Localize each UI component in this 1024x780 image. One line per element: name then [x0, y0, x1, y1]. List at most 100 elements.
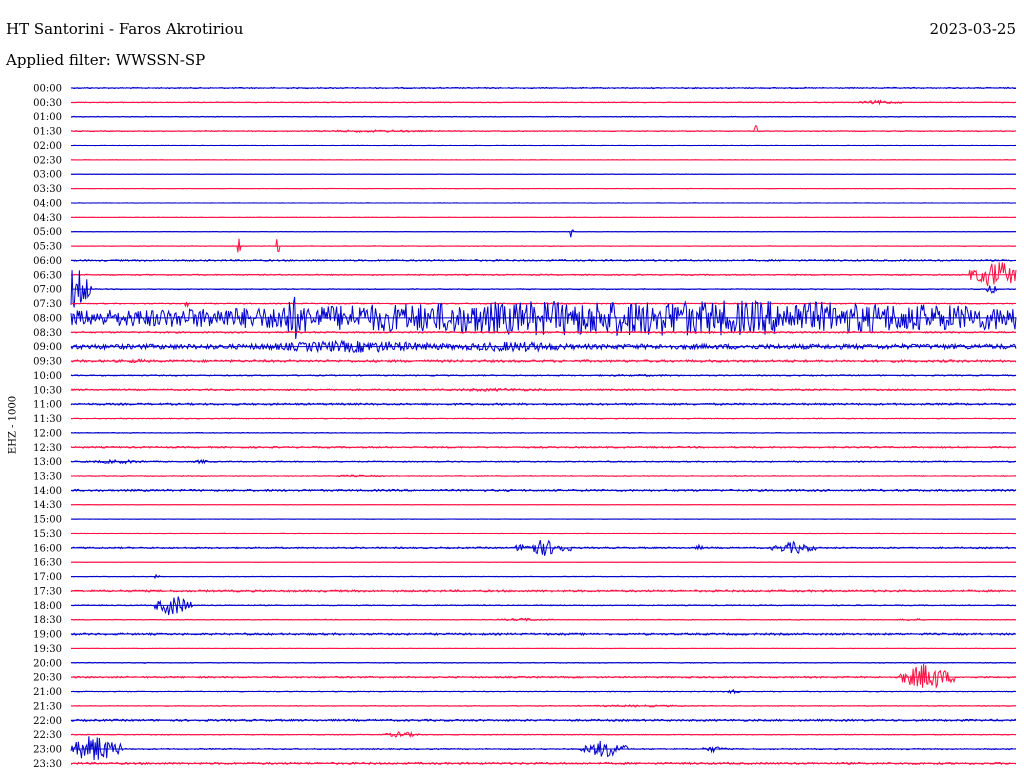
trace-row-1800: 18:00	[33, 596, 1017, 616]
trace-row-0100: 01:00	[33, 112, 1017, 123]
seismic-trace	[70, 663, 1017, 689]
time-tick-label: 13:00	[33, 457, 62, 468]
time-tick-label: 07:30	[33, 299, 62, 310]
time-tick-label: 06:00	[33, 256, 62, 267]
trace-row-2030: 20:30	[33, 663, 1017, 689]
seismic-trace	[70, 736, 1017, 761]
time-tick-label: 20:30	[33, 673, 62, 684]
trace-row-1030: 10:30	[33, 385, 1017, 396]
time-tick-label: 15:30	[33, 529, 62, 540]
trace-row-1300: 13:00	[33, 457, 1017, 468]
seismogram-plot: 00:00 00:30 01:00 01:30 02:00 02:30 03:00 03:30…	[33, 84, 1017, 770]
trace-row-1430: 14:30	[33, 500, 1017, 511]
time-tick-label: 14:00	[33, 486, 62, 497]
trace-row-1930: 19:30	[33, 644, 1017, 655]
time-tick-label: 11:30	[33, 414, 62, 425]
trace-row-0430: 04:30	[33, 213, 1017, 224]
time-tick-label: 13:30	[33, 471, 62, 482]
trace-row-0230: 02:30	[33, 155, 1017, 166]
time-tick-label: 23:00	[33, 745, 62, 756]
time-tick-label: 09:00	[33, 342, 62, 353]
trace-row-0300: 03:00	[33, 170, 1017, 181]
time-tick-label: 14:30	[33, 500, 62, 511]
time-tick-label: 03:00	[33, 170, 62, 181]
time-tick-label: 00:00	[33, 84, 62, 95]
trace-row-1530: 15:30	[33, 529, 1017, 540]
trace-row-0900: 09:00	[33, 339, 1017, 354]
trace-row-0530: 05:30	[33, 238, 1017, 253]
trace-row-0030: 00:30	[33, 98, 1017, 109]
time-tick-label: 06:30	[33, 270, 62, 281]
time-tick-label: 19:00	[33, 630, 62, 641]
time-tick-label: 22:30	[33, 730, 62, 741]
time-tick-label: 02:00	[33, 141, 62, 152]
trace-row-1400: 14:00	[33, 486, 1017, 497]
seismic-trace	[70, 238, 1017, 253]
trace-row-1630: 16:30	[33, 558, 1017, 569]
trace-row-1000: 10:00	[33, 371, 1017, 382]
time-tick-label: 23:30	[33, 759, 62, 770]
trace-row-0930: 09:30	[33, 357, 1017, 368]
trace-row-0130: 01:30	[33, 124, 1017, 138]
time-tick-label: 11:00	[33, 400, 62, 411]
trace-row-1900: 19:00	[33, 630, 1017, 641]
time-tick-label: 10:30	[33, 385, 62, 396]
trace-row-2330: 23:30	[33, 759, 1017, 770]
time-tick-label: 12:30	[33, 443, 62, 454]
trace-row-0630: 06:30	[33, 262, 1017, 287]
time-tick-label: 05:00	[33, 227, 62, 238]
trace-row-0200: 02:00	[33, 141, 1017, 152]
trace-row-1730: 17:30	[33, 586, 1017, 597]
trace-row-1100: 11:00	[33, 400, 1017, 411]
time-tick-label: 19:30	[33, 644, 62, 655]
time-tick-label: 20:00	[33, 658, 62, 669]
trace-row-1130: 11:30	[33, 414, 1017, 425]
trace-row-0830: 08:30	[33, 328, 1017, 339]
seismic-trace	[70, 229, 1017, 238]
time-tick-label: 04:00	[33, 198, 62, 209]
seismic-trace	[70, 262, 1017, 287]
time-tick-label: 08:30	[33, 328, 62, 339]
trace-row-1830: 18:30	[33, 615, 1017, 626]
time-tick-label: 17:30	[33, 586, 62, 597]
trace-row-0330: 03:30	[33, 184, 1017, 195]
trace-row-0400: 04:00	[33, 198, 1017, 209]
trace-row-0600: 06:00	[33, 256, 1017, 267]
trace-row-1330: 13:30	[33, 471, 1017, 482]
trace-row-1500: 15:00	[33, 515, 1017, 526]
time-tick-label: 10:00	[33, 371, 62, 382]
time-tick-label: 12:00	[33, 428, 62, 439]
time-tick-label: 04:30	[33, 213, 62, 224]
time-tick-label: 18:00	[33, 601, 62, 612]
time-tick-label: 18:30	[33, 615, 62, 626]
time-tick-label: 16:00	[33, 543, 62, 554]
seismic-trace	[70, 301, 1017, 308]
time-tick-label: 07:00	[33, 285, 62, 296]
trace-row-0500: 05:00	[33, 227, 1017, 238]
trace-row-1700: 17:00	[33, 572, 1017, 583]
time-tick-label: 21:00	[33, 687, 62, 698]
trace-row-2230: 22:30	[33, 730, 1017, 741]
trace-row-2000: 20:00	[33, 658, 1017, 669]
trace-row-0000: 00:00	[33, 84, 1017, 95]
time-tick-label: 22:00	[33, 716, 62, 727]
time-tick-label: 01:30	[33, 127, 62, 138]
time-tick-label: 03:30	[33, 184, 62, 195]
trace-row-1230: 12:30	[33, 443, 1017, 454]
time-tick-label: 09:30	[33, 357, 62, 368]
time-tick-label: 16:30	[33, 558, 62, 569]
trace-row-2300: 23:00	[33, 736, 1017, 761]
time-tick-label: 21:30	[33, 701, 62, 712]
trace-row-1600: 16:00	[33, 539, 1017, 556]
time-tick-label: 15:00	[33, 515, 62, 526]
time-tick-label: 17:00	[33, 572, 62, 583]
time-tick-label: 02:30	[33, 155, 62, 166]
time-tick-label: 05:30	[33, 242, 62, 253]
trace-row-2200: 22:00	[33, 716, 1017, 727]
trace-row-2100: 21:00	[33, 687, 1017, 698]
time-tick-label: 00:30	[33, 98, 62, 109]
trace-row-2130: 21:30	[33, 701, 1016, 712]
trace-row-1200: 12:00	[33, 428, 1017, 439]
time-tick-label: 01:00	[33, 112, 62, 123]
time-tick-label: 08:00	[33, 313, 62, 324]
